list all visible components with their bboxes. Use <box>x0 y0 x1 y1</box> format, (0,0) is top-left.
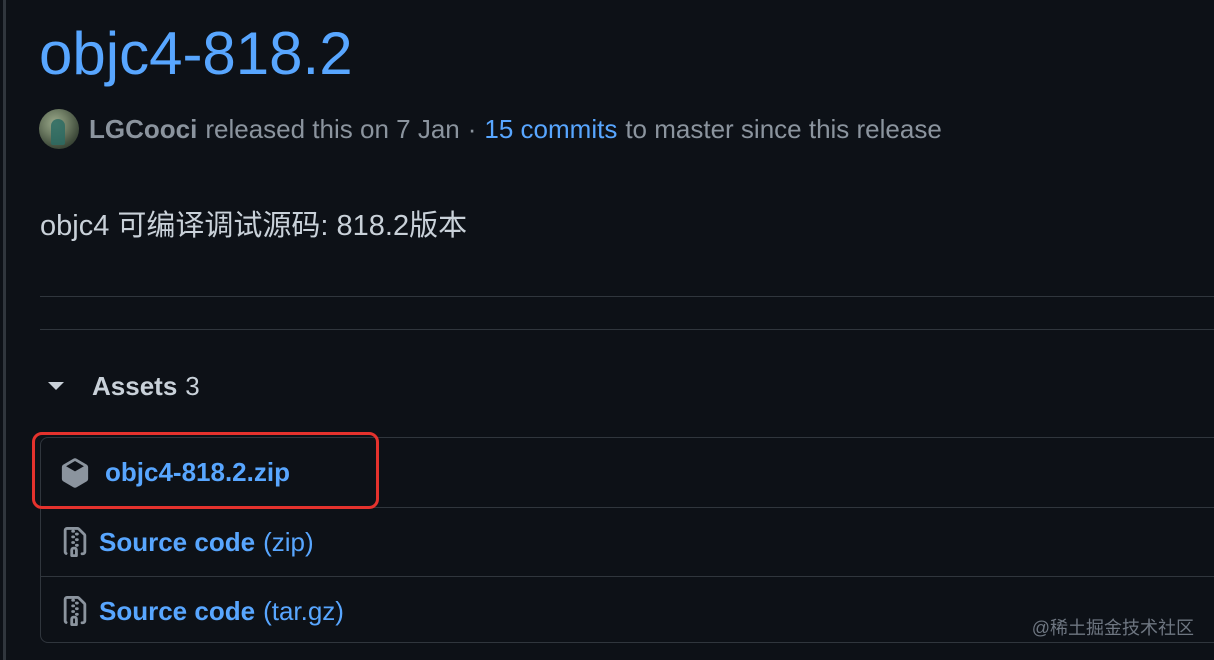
divider <box>40 329 1214 330</box>
released-text: released this on 7 Jan <box>205 113 460 144</box>
avatar[interactable] <box>39 109 79 149</box>
release-title-link[interactable]: objc4-818.2 <box>39 18 353 90</box>
meta-separator: · <box>467 113 477 144</box>
assets-count: 3 <box>185 370 200 401</box>
asset-ext-label[interactable]: (tar.gz) <box>263 596 344 627</box>
release-description: objc4 可编译调试源码: 818.2版本 <box>40 210 468 242</box>
watermark: @稀土掘金技术社区 <box>1031 618 1194 638</box>
asset-row[interactable]: objc4-818.2.zip <box>41 438 1214 507</box>
file-zip-icon <box>59 526 91 558</box>
asset-row[interactable]: Source code (zip) <box>41 507 1214 576</box>
commits-link[interactable]: 15 commits <box>484 114 617 145</box>
assets-label: Assets <box>92 370 178 401</box>
commits-tail-text: to master since this release <box>625 113 942 144</box>
package-icon <box>59 457 91 489</box>
timeline-rule <box>3 0 6 660</box>
caret-down-icon <box>48 382 64 390</box>
file-zip-icon <box>59 595 91 627</box>
asset-name-link[interactable]: objc4-818.2.zip <box>105 457 290 488</box>
asset-ext-label[interactable]: (zip) <box>263 527 314 558</box>
asset-name-link[interactable]: Source code <box>99 596 255 627</box>
release-page: objc4-818.2 LGCooci released this on 7 J… <box>0 0 1214 660</box>
release-meta: LGCooci released this on 7 Jan · 15 comm… <box>39 108 942 150</box>
author-link[interactable]: LGCooci <box>89 114 197 145</box>
divider <box>40 296 1214 297</box>
asset-name-link[interactable]: Source code <box>99 527 255 558</box>
assets-list: objc4-818.2.zip Source code (zip) Source… <box>40 437 1214 643</box>
assets-toggle[interactable]: Assets 3 <box>44 366 200 406</box>
